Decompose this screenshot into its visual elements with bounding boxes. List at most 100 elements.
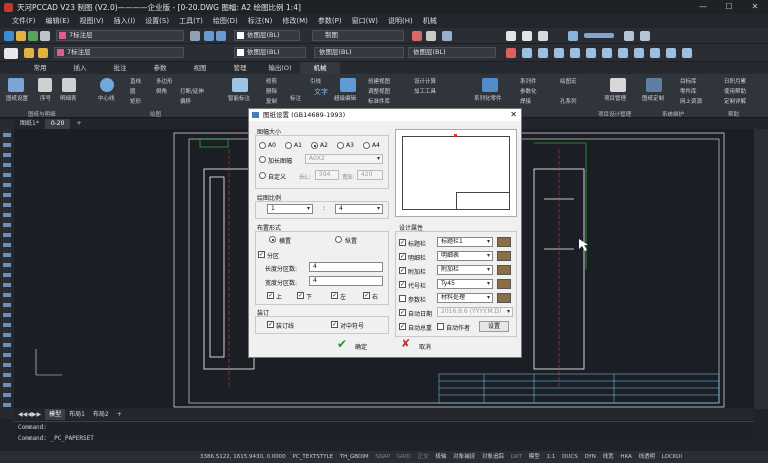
new-icon[interactable] (4, 31, 14, 41)
side-top-checkbox[interactable]: ✓ (267, 292, 274, 299)
radio-a0[interactable] (259, 142, 266, 149)
ok-check-icon[interactable]: ✔ (337, 337, 347, 351)
menu-view[interactable]: 视图(V) (79, 16, 103, 26)
copy-tool[interactable]: 复制 (266, 97, 277, 105)
calc-icon[interactable] (624, 31, 634, 41)
status-scale[interactable]: 1:1 (546, 454, 555, 460)
extend-icon[interactable] (650, 48, 660, 58)
offset-tool[interactable]: 偏移 (180, 97, 191, 105)
centerline-label[interactable]: 中心线 (98, 94, 115, 102)
status-polar[interactable]: 极轴 (435, 454, 446, 460)
current-layer-combo[interactable]: 7标注层 (54, 47, 184, 58)
tab-view[interactable]: 视图 (180, 62, 220, 74)
radio-a1[interactable] (285, 142, 292, 149)
lengthen-select[interactable]: A0X2 (305, 154, 383, 164)
scale-icon[interactable] (618, 48, 628, 58)
status-model[interactable]: 模型 (529, 454, 540, 460)
vertical-scrollbar[interactable] (754, 129, 768, 409)
attr-title-checkbox[interactable]: ✓ (399, 239, 406, 246)
adjust-view-tool[interactable]: 调整视图 (368, 87, 390, 95)
status-ortho[interactable]: 正交 (418, 454, 429, 460)
scale-denominator-select[interactable]: 4 (335, 204, 383, 214)
copy-icon[interactable] (522, 48, 532, 58)
radio-a4[interactable] (363, 142, 370, 149)
open-icon[interactable] (16, 31, 26, 41)
save-icon[interactable] (28, 31, 38, 41)
auto-total-checkbox[interactable]: ✓ (399, 323, 406, 330)
erase-icon[interactable] (506, 48, 516, 58)
dialog-title-bar[interactable]: 图纸设置 (GB14689-1993) ✕ (249, 109, 521, 121)
fillet-icon[interactable] (666, 48, 676, 58)
attr-code-select[interactable]: Ty45 (437, 279, 493, 289)
menu-settings[interactable]: 设置(S) (145, 16, 169, 26)
explode-icon[interactable] (682, 48, 692, 58)
layout-tab-2[interactable]: 布局2 (89, 409, 113, 420)
add-layout-button[interactable]: + (113, 409, 126, 420)
dimension-label[interactable]: 标注 (290, 94, 301, 102)
design-calc-tool[interactable]: 设计计算 (414, 77, 436, 85)
series-parts-label[interactable]: 系列化零件 (474, 94, 502, 102)
radio-custom[interactable] (259, 172, 266, 179)
super-edit-icon[interactable] (340, 78, 356, 92)
attr-bom-checkbox[interactable]: ✓ (399, 253, 406, 260)
macro-tool[interactable]: 绘图宏 (560, 77, 577, 85)
pan-icon[interactable] (522, 31, 532, 41)
status-grid[interactable]: GRID (397, 454, 411, 460)
menu-modify[interactable]: 修改(M) (282, 16, 308, 26)
status-lineweight[interactable]: 线宽 (603, 454, 614, 460)
status-textstyle[interactable]: PC_TEXTSTYLE (292, 454, 333, 460)
menu-help[interactable]: 说明(H) (388, 16, 413, 26)
move-icon[interactable] (586, 48, 596, 58)
attr-code-pick-icon[interactable] (497, 279, 511, 289)
status-lwt[interactable]: LWT (511, 454, 522, 460)
machining-tool[interactable]: 加工工具 (414, 87, 436, 95)
menu-tools[interactable]: 工具(T) (179, 16, 203, 26)
scale-numerator-select[interactable]: 1 (267, 204, 313, 214)
centerline-icon[interactable] (100, 78, 114, 92)
layer-props-icon[interactable] (190, 31, 200, 41)
attr-title-select[interactable]: 标题栏1 (437, 237, 493, 247)
custom-guide-tool[interactable]: 定制详解 (724, 97, 746, 105)
weld-tool[interactable]: 焊接 (520, 97, 531, 105)
sequence-icon[interactable] (38, 78, 52, 92)
menu-dimension[interactable]: 标注(N) (248, 16, 273, 26)
paper-settings-label[interactable]: 图纸设置 (6, 94, 28, 102)
hole-series-tool[interactable]: 孔系列 (560, 97, 577, 105)
menu-draw[interactable]: 绘图(D) (213, 16, 238, 26)
tab-insert[interactable]: 插入 (60, 62, 100, 74)
menu-window[interactable]: 窗口(W) (352, 16, 378, 26)
target-lib-tool[interactable]: 目标库 (680, 77, 697, 85)
cancel-button[interactable]: 取消 (419, 342, 431, 351)
close-window-button[interactable]: ✕ (742, 0, 768, 14)
custom-sheet-icon[interactable] (646, 78, 662, 92)
radio-vertical[interactable] (335, 236, 342, 243)
web-resource-tool[interactable]: 网上资源 (680, 97, 702, 105)
status-osnap[interactable]: 对象捕捉 (453, 454, 475, 460)
series-tool[interactable]: 系列件 (520, 77, 537, 85)
command-window[interactable]: Command: Command: _PC_PAPERSET (14, 421, 754, 443)
dim-style-icon[interactable] (412, 31, 422, 41)
attr-title-pick-icon[interactable] (497, 237, 511, 247)
light-icon[interactable] (38, 48, 48, 58)
rectangle-tool[interactable]: 矩形 (130, 97, 141, 105)
status-otrack[interactable]: 对象追踪 (482, 454, 504, 460)
attr-bom-pick-icon[interactable] (497, 251, 511, 261)
zone-checkbox[interactable]: ✓ (258, 251, 265, 258)
tab-mechanical[interactable]: 机械 (300, 62, 340, 74)
layout-nav-icon[interactable]: ◀◀◀▶▶ (14, 409, 45, 420)
chamfer-tool[interactable]: 倒角 (156, 87, 167, 95)
project-icon[interactable] (610, 78, 626, 92)
new-doc-tab-button[interactable]: + (70, 119, 87, 129)
smart-dim-icon[interactable] (232, 78, 248, 92)
properties-icon[interactable] (568, 31, 578, 41)
menu-mechanical[interactable]: 机械 (423, 16, 437, 26)
layout-tab-model[interactable]: 模型 (45, 409, 66, 420)
status-dimstyle[interactable]: TH_GBDIM (340, 454, 369, 460)
draw-tools-icons[interactable] (3, 127, 11, 407)
radio-a2[interactable] (311, 142, 318, 149)
delete-tool[interactable]: 删除 (266, 87, 277, 95)
tab-params[interactable]: 参数 (140, 62, 180, 74)
side-right-checkbox[interactable]: ✓ (363, 292, 370, 299)
tab-output[interactable]: 输出(O) (260, 62, 300, 74)
custom-sheet-label[interactable]: 图纸定制 (642, 94, 664, 102)
